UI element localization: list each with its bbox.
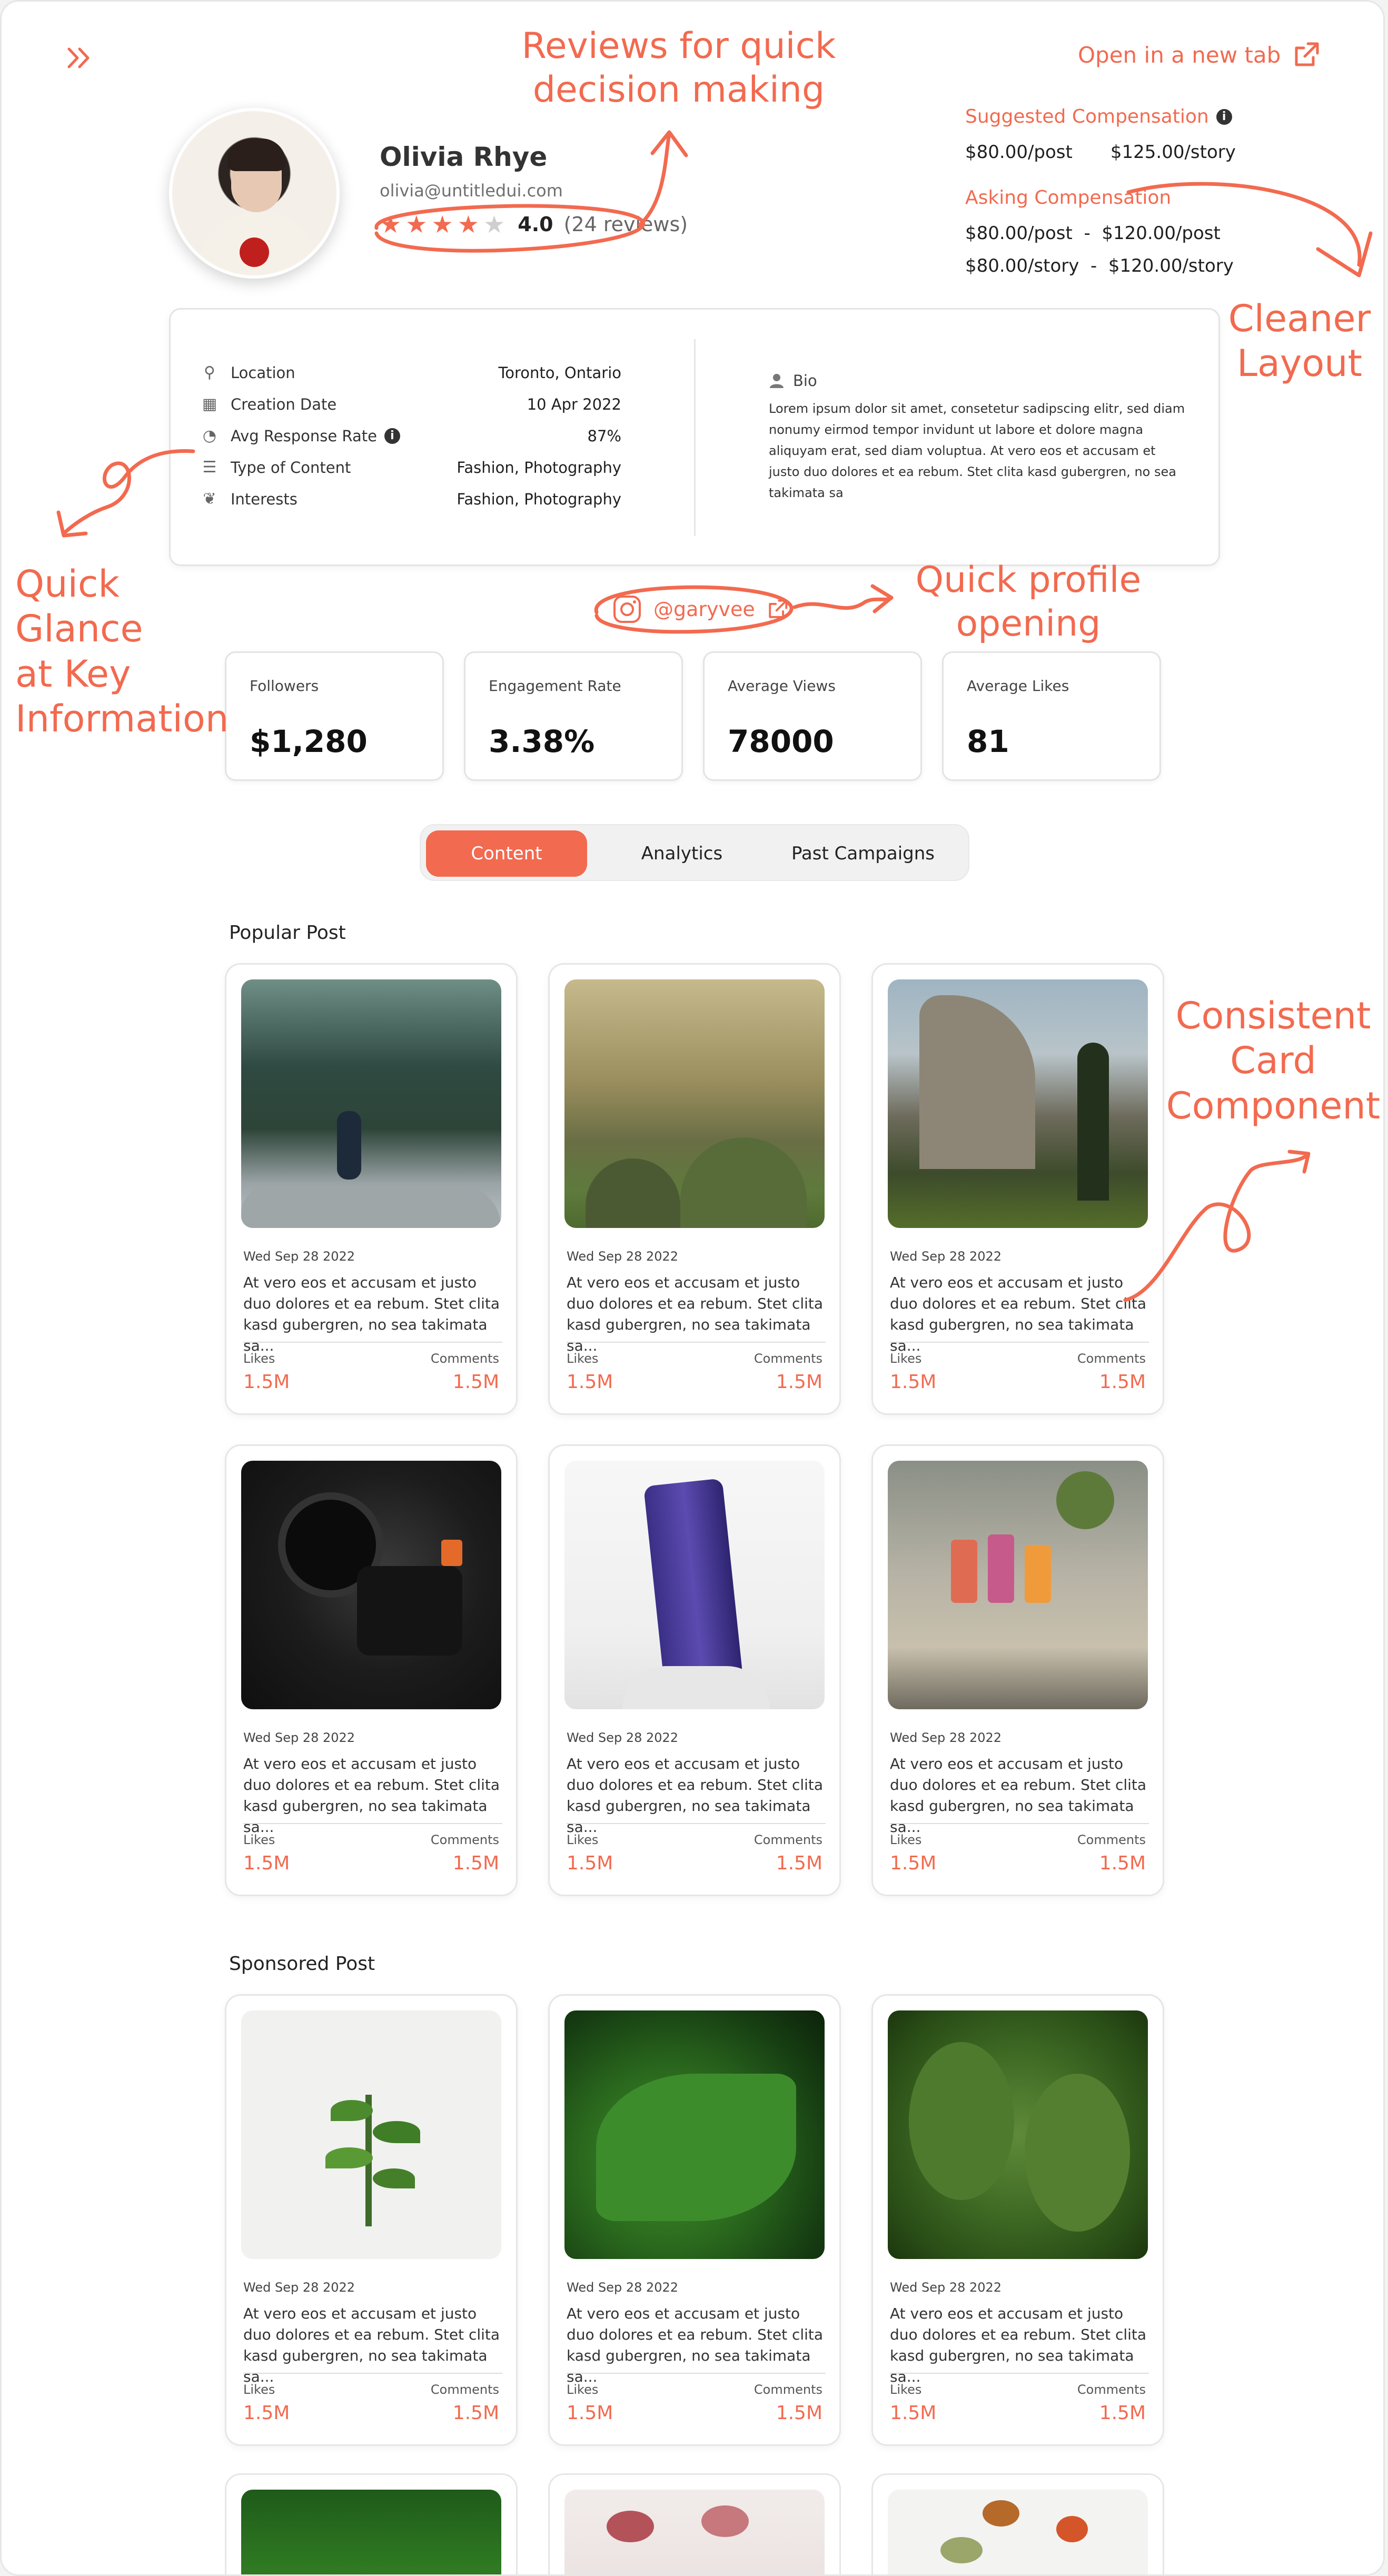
influencer-profile-page: Open in a new tab Olivia Rhye olivia@unt… — [0, 0, 1385, 2576]
annotation-doodles — [56, 130, 1373, 1302]
